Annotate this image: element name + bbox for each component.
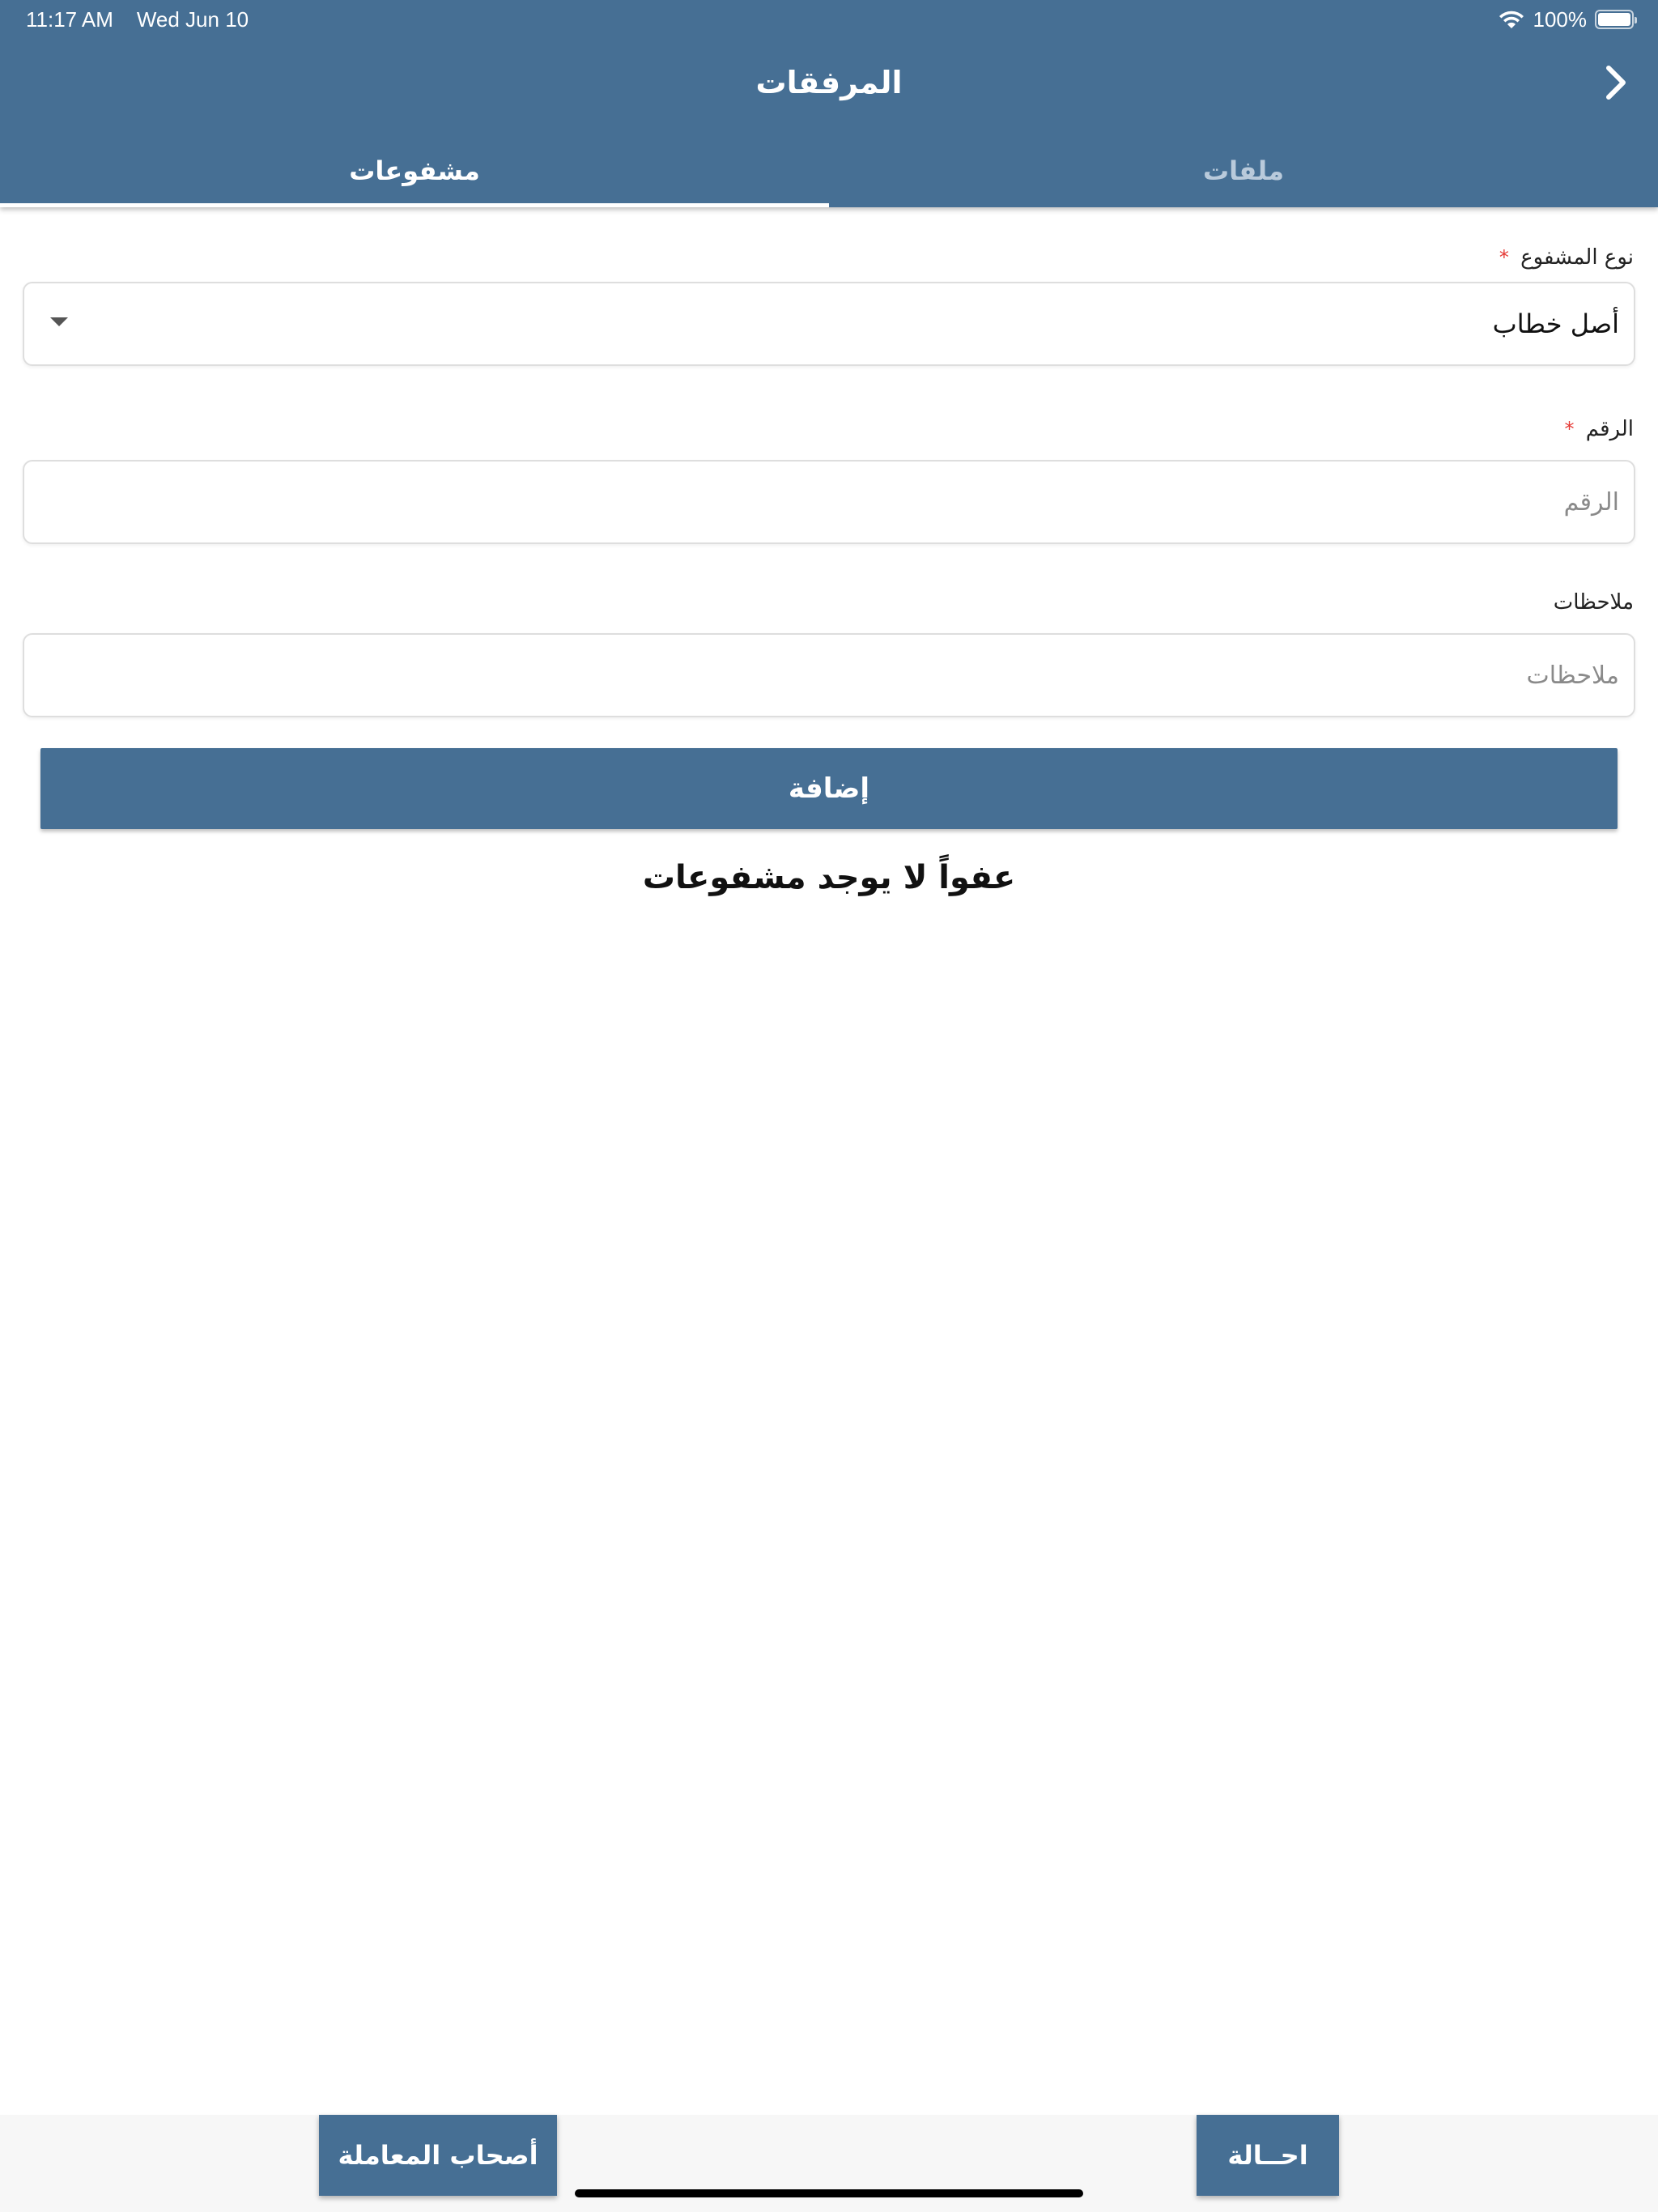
tab-files[interactable]: ملفات (829, 134, 1658, 207)
required-marker: * (1564, 418, 1575, 440)
number-label-text: الرقم (1585, 417, 1634, 441)
chevron-right-icon (1606, 66, 1626, 100)
tab-bar: مشفوعات ملفات (0, 134, 1658, 207)
attachment-type-value: أصل خطاب (1492, 308, 1619, 339)
tab-files-label: ملفات (1202, 155, 1285, 186)
dropdown-arrow-icon (50, 317, 68, 326)
back-button[interactable] (1592, 58, 1640, 107)
bottom-action-bar: أصحاب المعاملة احــالة (0, 2115, 1658, 2212)
attachment-type-label: نوع المشفوع * (1499, 243, 1634, 272)
status-time: 11:17 AM (26, 7, 113, 32)
tab-attachments[interactable]: مشفوعات (0, 134, 829, 207)
attachment-type-select[interactable]: أصل خطاب (23, 282, 1635, 366)
notes-field-box (23, 633, 1635, 717)
attachment-type-label-text: نوع المشفوع (1520, 245, 1634, 270)
attachments-screen: 11:17 AM Wed Jun 10 100% المرفقات مشفوعا (0, 0, 1658, 2212)
header-bar: 11:17 AM Wed Jun 10 100% المرفقات مشفوعا (0, 0, 1658, 207)
number-input[interactable] (24, 462, 1634, 542)
status-bar-time: 11:17 AM Wed Jun 10 (26, 5, 249, 34)
status-date: Wed Jun 10 (136, 7, 249, 32)
battery-percentage: 100% (1533, 6, 1588, 32)
status-bar-right: 100% (1498, 5, 1637, 34)
notes-label-text: ملاحظات (1553, 590, 1634, 615)
add-button[interactable]: إضافة (40, 748, 1618, 829)
home-indicator[interactable] (575, 2189, 1083, 2197)
battery-fill (1598, 13, 1630, 26)
wifi-icon (1499, 11, 1524, 28)
required-marker: * (1499, 246, 1509, 269)
notes-input[interactable] (24, 635, 1634, 716)
refer-button[interactable]: احــالة (1197, 2115, 1339, 2196)
notes-label: ملاحظات (1554, 588, 1634, 617)
battery-icon (1595, 10, 1637, 29)
transaction-parties-button[interactable]: أصحاب المعاملة (319, 2115, 557, 2196)
page-title: المرفقات (755, 65, 903, 100)
number-label: الرقم * (1565, 415, 1635, 444)
number-field-box (23, 460, 1635, 544)
empty-state-message: عفواً لا يوجد مشفوعات (642, 859, 1016, 896)
tab-attachments-label: مشفوعات (349, 155, 480, 186)
